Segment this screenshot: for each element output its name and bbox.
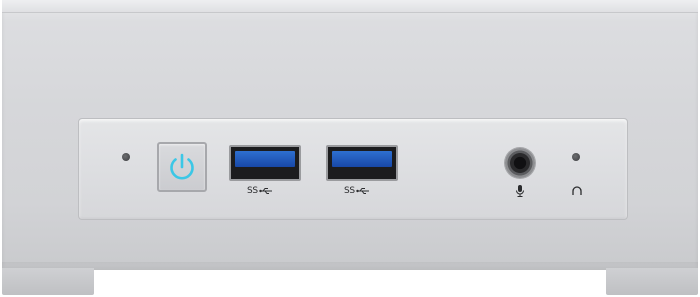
status-led-right xyxy=(572,153,580,161)
headphone-icon xyxy=(572,186,582,195)
usb-port-2-tongue xyxy=(332,151,392,167)
usb-port-2[interactable] xyxy=(326,145,398,181)
usb-port-2-label: SS xyxy=(344,186,370,196)
usb-port-1-tongue xyxy=(235,151,295,167)
bottom-shadow xyxy=(2,262,698,270)
audio-jack[interactable] xyxy=(505,148,535,178)
usb-trident-icon xyxy=(356,187,369,194)
status-led-left xyxy=(122,153,130,161)
power-icon xyxy=(170,153,194,180)
usb-trident-icon xyxy=(259,187,272,194)
usb-port-1-label-text: SS xyxy=(247,186,258,196)
power-button[interactable] xyxy=(157,142,207,192)
left-foot xyxy=(2,268,94,295)
right-foot xyxy=(606,268,698,295)
mini-pc: SS SS xyxy=(0,0,700,297)
top-lid-edge xyxy=(2,0,698,13)
microphone-icon xyxy=(516,185,524,197)
usb-port-1[interactable] xyxy=(229,145,301,181)
usb-port-1-label: SS xyxy=(247,186,273,196)
usb-port-2-label-text: SS xyxy=(344,186,355,196)
